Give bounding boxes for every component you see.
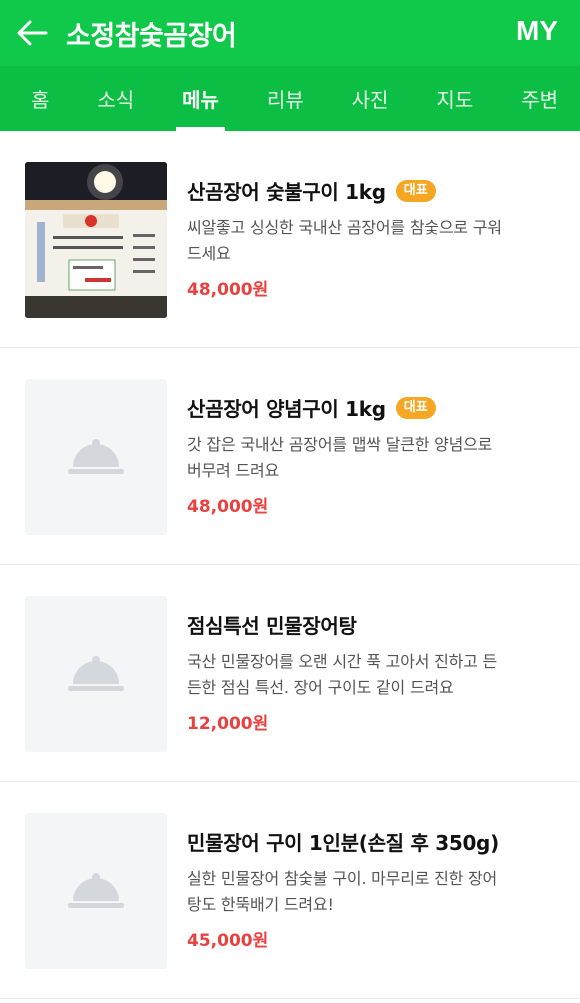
tab-news[interactable]: 소식 <box>97 66 134 131</box>
my-button[interactable]: MY <box>516 15 558 47</box>
menu-description-line: 씨알좋고 싱싱한 국내산 곰장어를 참숯으로 구워 <box>187 218 502 237</box>
image-placeholder <box>25 596 167 752</box>
menu-description-line: 버무려 드려요 <box>187 461 280 480</box>
menu-price: 48,000원 <box>187 280 269 300</box>
menu-board-photo <box>25 162 167 318</box>
menu-item[interactable]: 민물장어 구이 1인분(손질 후 350g) 실한 민물장어 참숯불 구이. 마… <box>0 782 580 999</box>
menu-description-line: 국산 민물장어를 오랜 시간 푹 고아서 진하고 든 <box>187 652 498 671</box>
menu-name: 산곰장어 숯불구이 1kg <box>187 180 386 204</box>
tab-menu[interactable]: 메뉴 <box>176 66 225 131</box>
food-cloche-icon <box>68 439 124 474</box>
top-bar: 소정참숯곰장어 MY <box>0 0 580 66</box>
menu-price: 12,000원 <box>187 714 269 734</box>
image-placeholder <box>25 813 167 969</box>
menu-price: 48,000원 <box>187 497 269 517</box>
menu-name: 산곰장어 양념구이 1kg <box>187 397 386 421</box>
menu-photo <box>25 162 167 318</box>
tab-reviews[interactable]: 리뷰 <box>267 66 304 131</box>
menu-item[interactable]: 산곰장어 양념구이 1kg 대표 갓 잡은 국내산 곰장어를 맵싹 달큰한 양념… <box>0 348 580 565</box>
menu-description: 씨알좋고 싱싱한 국내산 곰장어를 참숯으로 구워 드세요 <box>187 215 557 267</box>
menu-description-line: 탕도 한뚝배기 드려요! <box>187 895 334 914</box>
food-cloche-icon <box>68 656 124 691</box>
menu-description-line: 드세요 <box>187 244 231 263</box>
menu-name: 점심특선 민물장어탕 <box>187 614 357 638</box>
menu-name: 민물장어 구이 1인분(손질 후 350g) <box>187 831 499 855</box>
page-title: 소정참숯곰장어 <box>66 20 237 52</box>
menu-price: 45,000원 <box>187 931 269 951</box>
menu-description: 갓 잡은 국내산 곰장어를 맵싹 달큰한 양념으로 버무려 드려요 <box>187 432 557 484</box>
tab-map[interactable]: 지도 <box>436 66 473 131</box>
menu-item[interactable]: 점심특선 민물장어탕 국산 민물장어를 오랜 시간 푹 고아서 진하고 든 든한… <box>0 565 580 782</box>
tab-nearby[interactable]: 주변 <box>521 66 558 131</box>
signature-badge: 대표 <box>395 179 436 202</box>
menu-description: 국산 민물장어를 오랜 시간 푹 고아서 진하고 든 든한 점심 특선. 장어 … <box>187 649 557 701</box>
tab-bar: 홈 소식 메뉴 리뷰 사진 지도 주변 <box>0 66 580 131</box>
tab-photos[interactable]: 사진 <box>352 66 389 131</box>
menu-list: 산곰장어 숯불구이 1kg 대표 씨알좋고 싱싱한 국내산 곰장어를 참숯으로 … <box>0 131 580 999</box>
arrow-left-icon <box>17 20 48 46</box>
tab-home[interactable]: 홈 <box>31 66 49 131</box>
menu-description: 실한 민물장어 참숯불 구이. 마무리로 진한 장어 탕도 한뚝배기 드려요! <box>187 866 557 918</box>
menu-description-line: 실한 민물장어 참숯불 구이. 마무리로 진한 장어 <box>187 869 498 888</box>
back-button[interactable] <box>14 15 50 51</box>
menu-description-line: 든한 점심 특선. 장어 구이도 같이 드려요 <box>187 678 454 697</box>
signature-badge: 대표 <box>395 396 436 419</box>
menu-description-line: 갓 잡은 국내산 곰장어를 맵싹 달큰한 양념으로 <box>187 435 493 454</box>
food-cloche-icon <box>68 873 124 908</box>
menu-item[interactable]: 산곰장어 숯불구이 1kg 대표 씨알좋고 싱싱한 국내산 곰장어를 참숯으로 … <box>0 131 580 348</box>
image-placeholder <box>25 379 167 535</box>
